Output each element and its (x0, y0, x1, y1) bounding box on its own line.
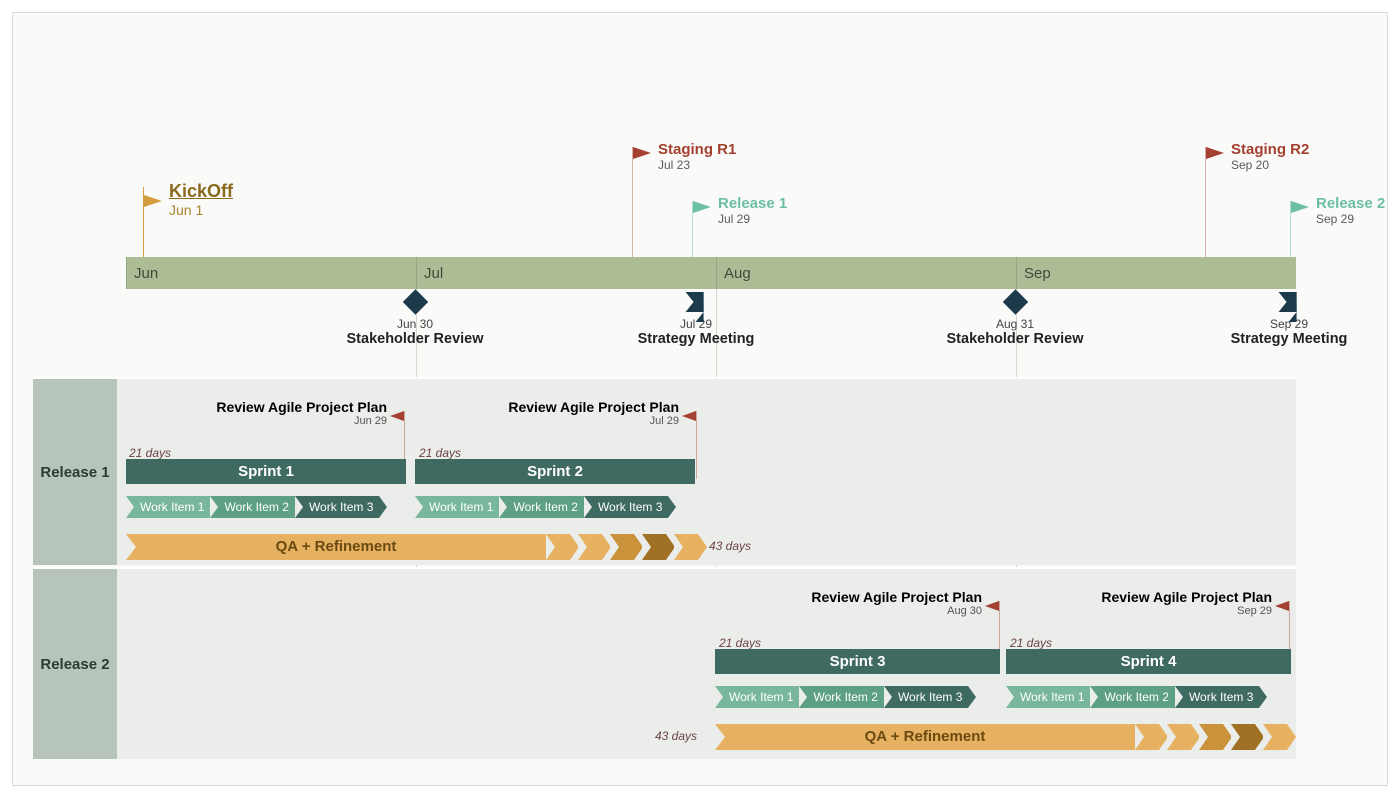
month-label: Jul (424, 265, 443, 282)
sprint-2[interactable]: Sprint 2 (415, 459, 695, 484)
release-1-row: Release 1 Review Agile Project Plan Jun … (33, 377, 1296, 565)
qa-chev-row (546, 534, 706, 560)
chevron-icon (1263, 724, 1287, 750)
chevron-icon (578, 534, 602, 560)
review-label: Review Agile Project Plan (1101, 589, 1272, 605)
chevron-icon (1135, 724, 1159, 750)
work-item[interactable]: Work Item 2 (1090, 686, 1174, 708)
work-item[interactable]: Work Item 1 (1006, 686, 1090, 708)
qa-label: QA + Refinement (276, 538, 397, 555)
qa-label: QA + Refinement (865, 728, 986, 745)
sprint-4-work-row: Work Item 1 Work Item 2 Work Item 3 (1006, 686, 1259, 708)
sprint-4-days: 21 days (1010, 636, 1052, 650)
sprint-3-days: 21 days (719, 636, 761, 650)
work-item[interactable]: Work Item 2 (499, 496, 583, 518)
sprint-1[interactable]: Sprint 1 (126, 459, 406, 484)
sprint-3[interactable]: Sprint 3 (715, 649, 1000, 674)
sprint-2-work-row: Work Item 1 Work Item 2 Work Item 3 (415, 496, 668, 518)
chevron-icon (1231, 724, 1255, 750)
marker-date: Jun 30 (347, 317, 484, 331)
work-item[interactable]: Work Item 1 (415, 496, 499, 518)
chevron-icon (674, 534, 698, 560)
review-date: Sep 29 (1101, 605, 1272, 617)
chevron-icon (1167, 724, 1191, 750)
marker-stakeholder-2[interactable]: Aug 31 Stakeholder Review (947, 291, 1084, 347)
milestone-date: Sep 20 (1231, 158, 1309, 172)
review-label: Review Agile Project Plan (508, 399, 679, 415)
sprint-label: Sprint 1 (238, 463, 294, 480)
work-item[interactable]: Work Item 3 (884, 686, 968, 708)
qa-refinement-1[interactable]: QA + Refinement (126, 534, 546, 560)
diamond-icon (1002, 289, 1027, 314)
work-item[interactable]: Work Item 3 (295, 496, 379, 518)
month-label: Sep (1024, 265, 1051, 282)
release-label: Release 1 (40, 464, 109, 481)
work-item[interactable]: Work Item 1 (126, 496, 210, 518)
milestone-date: Sep 29 (1316, 212, 1385, 226)
qa-refinement-2[interactable]: QA + Refinement (715, 724, 1135, 750)
roadmap-canvas: Jun Jul Aug Sep KickOff Jun 1 Staging R1… (13, 43, 1347, 755)
month-jun: Jun (126, 257, 416, 289)
qa-1-days: 43 days (709, 539, 751, 553)
qa-2-days: 43 days (655, 729, 697, 743)
marker-date: Aug 31 (947, 317, 1084, 331)
milestone-date: Jun 1 (169, 202, 233, 218)
marker-name: Stakeholder Review (947, 331, 1084, 347)
month-sep: Sep (1016, 257, 1296, 289)
month-jul: Jul (416, 257, 716, 289)
milestone-title: Staging R2 (1231, 141, 1309, 158)
sprint-1-days: 21 days (129, 446, 171, 460)
chevron-icon (610, 534, 634, 560)
sprint-3-work-row: Work Item 1 Work Item 2 Work Item 3 (715, 686, 968, 708)
sprint-4[interactable]: Sprint 4 (1006, 649, 1291, 674)
milestone-date: Jul 29 (718, 212, 787, 226)
sprint-1-work-row: Work Item 1 Work Item 2 Work Item 3 (126, 496, 379, 518)
sprint-2-days: 21 days (419, 446, 461, 460)
work-item[interactable]: Work Item 3 (584, 496, 668, 518)
diamond-icon (402, 289, 427, 314)
marker-name: Strategy Meeting (1231, 331, 1348, 347)
work-item[interactable]: Work Item 2 (799, 686, 883, 708)
release-1-body: Review Agile Project Plan Jun 29 21 days… (117, 379, 1296, 565)
review-date: Aug 30 (811, 605, 982, 617)
release-1-tab[interactable]: Release 1 (33, 379, 117, 565)
work-item[interactable]: Work Item 3 (1175, 686, 1259, 708)
review-date: Jul 29 (508, 415, 679, 427)
month-aug: Aug (716, 257, 1016, 289)
work-item[interactable]: Work Item 2 (210, 496, 294, 518)
milestone-date: Jul 23 (658, 158, 736, 172)
sprint-label: Sprint 4 (1121, 653, 1177, 670)
marker-stakeholder-1[interactable]: Jun 30 Stakeholder Review (347, 291, 484, 347)
month-label: Aug (724, 265, 751, 282)
review-label: Review Agile Project Plan (216, 399, 387, 415)
review-label: Review Agile Project Plan (811, 589, 982, 605)
chevron-icon (1199, 724, 1223, 750)
release-2-row: Release 2 Review Agile Project Plan Aug … (33, 567, 1296, 759)
qa-chev-row (1135, 724, 1295, 750)
marker-strategy-2[interactable]: Sep 29 Strategy Meeting (1231, 291, 1348, 347)
marker-name: Stakeholder Review (347, 331, 484, 347)
sprint-label: Sprint 2 (527, 463, 583, 480)
milestone-title: Staging R1 (658, 141, 736, 158)
milestone-title: Release 2 (1316, 195, 1385, 212)
release-2-tab[interactable]: Release 2 (33, 569, 117, 759)
marker-strategy-1[interactable]: Jul 29 Strategy Meeting (638, 291, 755, 347)
work-item[interactable]: Work Item 1 (715, 686, 799, 708)
review-date: Jun 29 (216, 415, 387, 427)
sprint-label: Sprint 3 (830, 653, 886, 670)
chevron-icon (546, 534, 570, 560)
marker-name: Strategy Meeting (638, 331, 755, 347)
month-label: Jun (134, 265, 158, 282)
milestone-title: KickOff (169, 181, 233, 202)
milestone-title: Release 1 (718, 195, 787, 212)
timeline-strip: Jun Jul Aug Sep (126, 257, 1296, 289)
chevron-icon (642, 534, 666, 560)
release-label: Release 2 (40, 656, 109, 673)
release-2-body: Review Agile Project Plan Aug 30 21 days… (117, 569, 1296, 759)
roadmap-frame: Jun Jul Aug Sep KickOff Jun 1 Staging R1… (12, 12, 1388, 786)
